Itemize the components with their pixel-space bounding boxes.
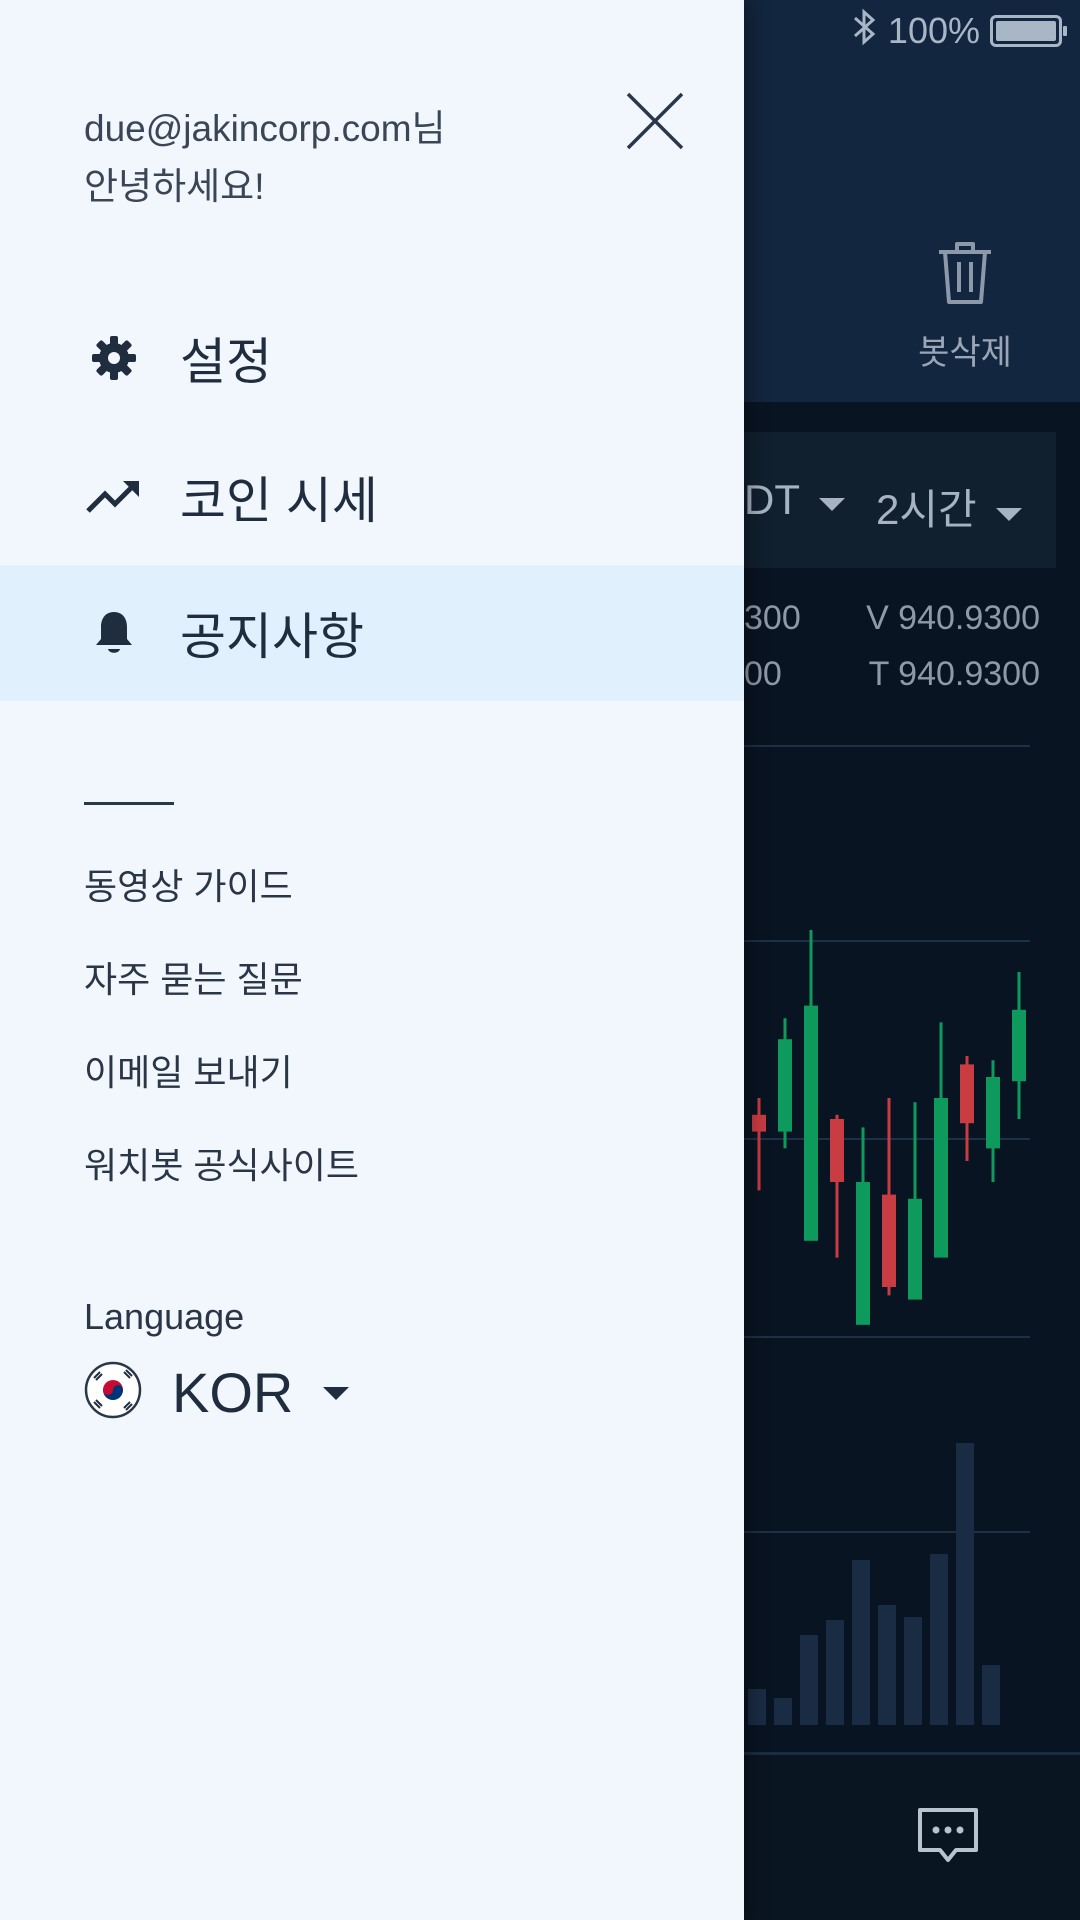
chart-toolbar: DT 2시간 xyxy=(744,432,1056,568)
value-left-2: 00 xyxy=(744,655,782,693)
trash-icon xyxy=(935,242,995,310)
candle-body xyxy=(908,1198,922,1300)
link-send-email[interactable]: 이메일 보내기 xyxy=(84,1044,293,1096)
menu-item-notices[interactable]: 공지사항 xyxy=(0,565,744,701)
candle-body xyxy=(960,1064,974,1124)
timeframe-select[interactable]: 2시간 xyxy=(876,476,1024,537)
hello-text: 안녕하세요! xyxy=(84,166,265,207)
battery-icon xyxy=(990,15,1067,47)
volume-bar xyxy=(878,1605,896,1725)
grid-line xyxy=(744,745,1030,747)
volume-bar xyxy=(852,1560,870,1725)
close-icon xyxy=(626,92,684,150)
candle-body xyxy=(804,1005,818,1241)
gear-icon xyxy=(84,328,144,388)
greeting: due@jakincorp.com님 안녕하세요! xyxy=(84,100,446,216)
candle-body xyxy=(986,1077,1000,1149)
volume-bar xyxy=(800,1635,818,1725)
volume-bar xyxy=(774,1698,792,1725)
candle-body xyxy=(830,1119,844,1182)
chat-button[interactable] xyxy=(916,1806,980,1871)
value-right-1: V 940.9300 xyxy=(866,599,1040,637)
candle-body xyxy=(882,1194,896,1287)
volume-bar xyxy=(956,1443,974,1725)
candle-body xyxy=(752,1114,766,1132)
value-right-2: T 940.9300 xyxy=(868,655,1040,693)
value-left-1: 300 xyxy=(744,599,801,637)
link-video-guide[interactable]: 동영상 가이드 xyxy=(84,858,293,910)
volume-bar xyxy=(748,1689,766,1725)
candle-body xyxy=(856,1182,870,1325)
caret-down-icon xyxy=(323,1386,350,1400)
delete-bot-label: 봇삭제 xyxy=(918,334,1012,372)
delete-bot-button[interactable]: 봇삭제 xyxy=(905,240,1025,374)
caret-down-icon xyxy=(818,498,845,511)
battery-percent: 100% xyxy=(887,10,980,51)
volume-bar xyxy=(930,1554,948,1725)
menu-item-coin-prices[interactable]: 코인 시세 xyxy=(0,429,744,565)
navigation-drawer: due@jakincorp.com님 안녕하세요! 설정 코인 시세 공지사항 … xyxy=(0,0,744,1920)
link-faq[interactable]: 자주 묻는 질문 xyxy=(84,951,303,1003)
bottom-bar xyxy=(744,1752,1080,1920)
price-values: 300 V 940.9300 00 T 940.9300 xyxy=(744,590,1040,702)
language-select[interactable]: KOR xyxy=(84,1360,351,1425)
menu-item-label: 공지사항 xyxy=(180,609,364,665)
korea-flag-icon xyxy=(84,1361,142,1424)
status-bar: 100% xyxy=(852,8,1067,52)
candle-body xyxy=(1012,1009,1026,1082)
trending-up-icon xyxy=(84,467,144,527)
volume-bar xyxy=(982,1665,1000,1725)
bell-icon xyxy=(84,603,144,663)
divider xyxy=(84,802,174,805)
menu-item-settings[interactable]: 설정 xyxy=(0,290,744,426)
volume-bar xyxy=(826,1620,844,1725)
bluetooth-icon xyxy=(852,7,878,56)
language-label: Language xyxy=(84,1296,245,1337)
language-code: KOR xyxy=(172,1361,294,1424)
candle-body xyxy=(778,1039,792,1132)
market-select[interactable]: DT xyxy=(744,476,847,524)
candle-body xyxy=(934,1098,948,1258)
menu-item-label: 코인 시세 xyxy=(180,473,378,529)
menu-item-label: 설정 xyxy=(180,334,272,390)
chat-icon xyxy=(918,1808,978,1862)
volume-bar xyxy=(904,1617,922,1725)
user-email-greeting: due@jakincorp.com님 xyxy=(84,108,446,149)
candlestick-chart xyxy=(748,930,1026,1725)
link-official-site[interactable]: 워치봇 공식사이트 xyxy=(84,1137,359,1189)
caret-down-icon xyxy=(996,508,1023,521)
close-button[interactable] xyxy=(620,86,690,156)
